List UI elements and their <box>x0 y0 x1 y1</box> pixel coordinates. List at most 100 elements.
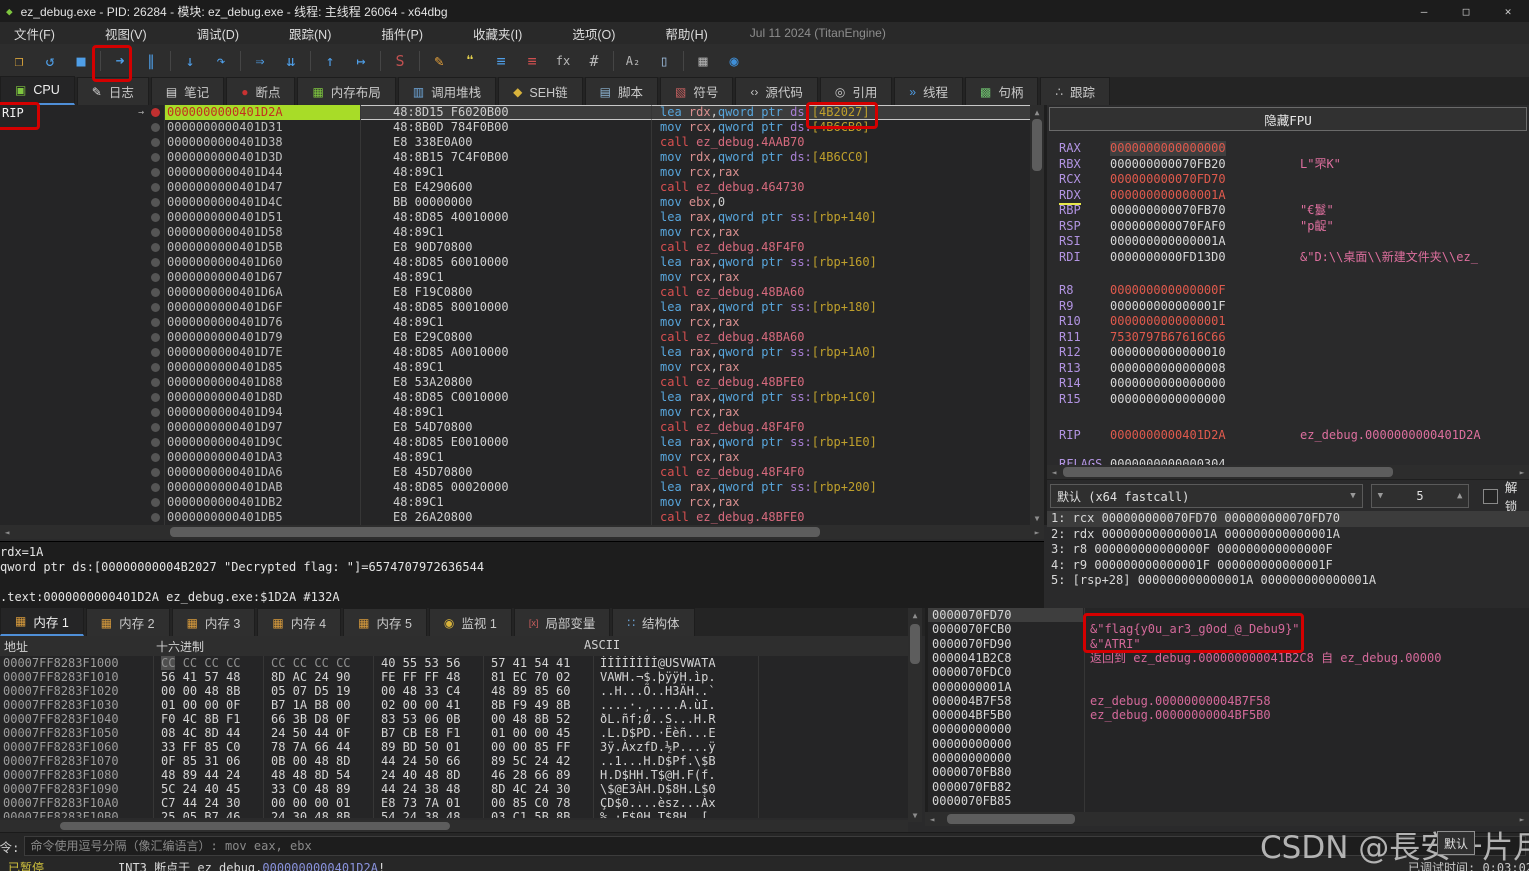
breakpoint-gutter[interactable] <box>146 150 165 165</box>
tab-线程[interactable]: » 线程 <box>894 77 964 105</box>
disassembly-row[interactable]: 0000000000401DAB 48:8D85 00020000 lea rax,… <box>0 480 1030 495</box>
hash-icon[interactable]: # <box>582 49 606 73</box>
menu-item[interactable]: 收藏夹(I) <box>459 24 536 43</box>
registers-hscrollbar[interactable]: ◄ ► <box>1047 465 1529 479</box>
scroll-up-icon[interactable]: ▲ <box>1030 105 1044 119</box>
tab-调用堆栈[interactable]: ▥ 调用堆栈 <box>397 77 497 105</box>
disassembly-row[interactable]: 0000000000401D44 48:89C1 mov rcx,rax <box>0 165 1030 180</box>
menu-item[interactable]: 插件(P) <box>367 24 437 43</box>
register-row[interactable]: R11 7530797B67616C66 <box>1047 330 1529 345</box>
register-row[interactable]: RSP 000000000070FAF0 "p齪" <box>1047 219 1529 234</box>
register-row[interactable]: RBX 000000000070FB20 L"罘K" <box>1047 157 1529 172</box>
run-to-cursor-icon[interactable]: ↦ <box>349 49 373 73</box>
breakpoint-gutter[interactable] <box>146 225 165 240</box>
arg-count-spinner[interactable]: ▼ 5 ▲ <box>1370 484 1470 508</box>
calling-convention-select[interactable]: 默认 (x64 fastcall) ▼ <box>1050 484 1363 508</box>
disassembly-row[interactable]: 0000000000401D3D 48:8B15 7C4F0B00 mov rdx,… <box>0 150 1030 165</box>
disassembly-row[interactable]: 0000000000401DA3 48:89C1 mov rcx,rax <box>0 450 1030 465</box>
tab-句柄[interactable]: ▩ 句柄 <box>965 77 1039 105</box>
stack-row[interactable]: 0000070FB82 <box>928 780 1529 794</box>
globe-icon[interactable]: ◉ <box>722 49 746 73</box>
disassembly-row[interactable]: 0000000000401D9C 48:8D85 E0010000 lea rax,… <box>0 435 1030 450</box>
register-row[interactable]: RBP 000000000070FB70 "€鬘" <box>1047 203 1529 218</box>
register-row[interactable]: R14 0000000000000000 <box>1047 376 1529 391</box>
dump-row[interactable]: 00007FF8283F10A0 C7 44 24 30 00 00 00 01 E8… <box>0 796 908 810</box>
disassembly-row[interactable]: 0000000000401D60 48:8D85 60010000 lea rax,… <box>0 255 1030 270</box>
tab-脚本[interactable]: ▤ 脚本 <box>584 77 658 105</box>
tab-笔记[interactable]: ▤ 笔记 <box>150 77 225 105</box>
dump-row[interactable]: 00007FF8283F1000 CC CC CC CC CC CC CC CC 40… <box>0 656 908 670</box>
dump-tab-内存 1[interactable]: ▦ 内存 1 <box>0 607 84 636</box>
function-icon[interactable]: fx <box>551 49 575 73</box>
dump-tab-内存 5[interactable]: ▦ 内存 5 <box>343 608 427 636</box>
disassembly-row[interactable]: 0000000000401D7E 48:8D85 A0010000 lea rax,… <box>0 345 1030 360</box>
dump-row[interactable]: 00007FF8283F1010 56 41 57 48 8D AC 24 90 FE… <box>0 670 908 684</box>
breakpoint-gutter[interactable] <box>146 120 165 135</box>
breakpoint-gutter[interactable] <box>146 255 165 270</box>
maximize-button[interactable]: □ <box>1445 0 1487 22</box>
breakpoint-gutter[interactable] <box>146 465 165 480</box>
scroll-left-icon[interactable]: ◄ <box>1047 465 1061 479</box>
dump-hscrollbar[interactable] <box>0 820 908 832</box>
stack-row[interactable]: 0000070FB80 <box>928 765 1529 779</box>
fastcall-arg-row[interactable]: 2: rdx 000000000000001A 000000000000001A <box>1047 527 1529 543</box>
breakpoint-gutter[interactable] <box>146 285 165 300</box>
register-row[interactable]: R10 0000000000000001 <box>1047 314 1529 329</box>
disassembly-vscrollbar[interactable]: ▲ ▼ <box>1030 105 1044 525</box>
disassembly-row[interactable]: 0000000000401D8D 48:8D85 C0010000 lea rax,… <box>0 390 1030 405</box>
disassembly-row[interactable]: 0000000000401D58 48:89C1 mov rcx,rax <box>0 225 1030 240</box>
dump-row[interactable]: 00007FF8283F10B0 25 05 B7 46 24 30 48 8B 54… <box>0 810 908 818</box>
stack-row[interactable]: 000004B7F58 ez_debug.00000000004B7F58 <box>928 694 1529 708</box>
scroll-left-icon[interactable]: ◄ <box>0 525 14 539</box>
dump-row[interactable]: 00007FF8283F1040 F0 4C 8B F1 66 3B D8 0F 83… <box>0 712 908 726</box>
dump-tab-监视 1[interactable]: ◉ 监视 1 <box>428 608 512 636</box>
dump-row[interactable]: 00007FF8283F1030 01 00 00 0F B7 1A B8 00 02… <box>0 698 908 712</box>
breakpoint-gutter[interactable] <box>146 345 165 360</box>
dump-row[interactable]: 00007FF8283F1060 33 FF 85 C0 78 7A 66 44 89… <box>0 740 908 754</box>
close-button[interactable]: ✕ <box>1487 0 1529 22</box>
register-row[interactable]: RDX 000000000000001A <box>1047 188 1529 205</box>
minimize-button[interactable]: — <box>1403 0 1445 22</box>
pause-icon[interactable]: ∥ <box>139 49 163 73</box>
register-row[interactable]: RCX 000000000070FD70 <box>1047 172 1529 187</box>
disassembly-row[interactable]: 0000000000401D51 48:8D85 40010000 lea rax,… <box>0 210 1030 225</box>
register-row[interactable]: RIP 0000000000401D2A ez_debug.000000000040… <box>1047 428 1529 443</box>
stack-row[interactable]: 00000000000 <box>928 737 1529 751</box>
spinner-up-icon[interactable]: ▲ <box>1457 491 1462 501</box>
register-row[interactable]: RDI 0000000000FD13D0 &"D:\\桌面\\新建文件夹\\ez_ <box>1047 250 1529 265</box>
tab-SEH链[interactable]: ◆ SEH链 <box>498 77 583 105</box>
calculator-icon[interactable]: ▦ <box>691 49 715 73</box>
open-folder-icon[interactable]: ❐ <box>7 49 31 73</box>
dump-vscrollbar[interactable]: ▲ ▼ <box>908 608 922 822</box>
disassembly-row[interactable]: 0000000000401D94 48:89C1 mov rcx,rax <box>0 405 1030 420</box>
register-row[interactable]: R12 0000000000000010 <box>1047 345 1529 360</box>
breakpoint-gutter[interactable] <box>146 195 165 210</box>
stack-row[interactable]: 00000000000 <box>928 722 1529 736</box>
dump-row[interactable]: 00007FF8283F1080 48 89 44 24 48 48 8D 54 24… <box>0 768 908 782</box>
breakpoint-gutter[interactable] <box>146 480 165 495</box>
breakpoint-gutter[interactable] <box>146 300 165 315</box>
breakpoint-gutter[interactable] <box>146 240 165 255</box>
menu-item[interactable]: 调试(D) <box>183 24 253 43</box>
breakpoint-gutter[interactable] <box>146 495 165 510</box>
restart-icon[interactable]: ↺ <box>38 49 62 73</box>
step-over-icon[interactable]: ↷ <box>209 49 233 73</box>
register-row[interactable]: R9 000000000000001F <box>1047 299 1529 314</box>
run-to-user-code-icon[interactable]: ⇒ <box>248 49 272 73</box>
stop-icon[interactable]: ■ <box>69 49 93 73</box>
scroll-down-icon[interactable]: ▼ <box>1030 511 1044 525</box>
breakpoint-gutter[interactable] <box>146 105 165 120</box>
breakpoint-gutter[interactable] <box>146 330 165 345</box>
disassembly-row[interactable]: 0000000000401D5B E8 90D70800 call ez_debug… <box>0 240 1030 255</box>
scroll-down-icon[interactable]: ▼ <box>908 808 922 822</box>
dump-tab-内存 2[interactable]: ▦ 内存 2 <box>85 608 170 636</box>
breakpoint-gutter[interactable] <box>146 180 165 195</box>
comment-icon[interactable]: ❝ <box>458 49 482 73</box>
menu-item[interactable]: 视图(V) <box>91 24 161 43</box>
breakpoint-gutter[interactable] <box>146 135 165 150</box>
register-row[interactable]: R8 000000000000000F <box>1047 283 1529 298</box>
breakpoint-gutter[interactable] <box>146 360 165 375</box>
disassembly-row[interactable]: 0000000000401D47 E8 E4290600 call ez_debug… <box>0 180 1030 195</box>
disassembly-hscrollbar[interactable]: ◄ ► <box>0 525 1044 539</box>
scroll-left-icon[interactable]: ◄ <box>925 812 939 826</box>
